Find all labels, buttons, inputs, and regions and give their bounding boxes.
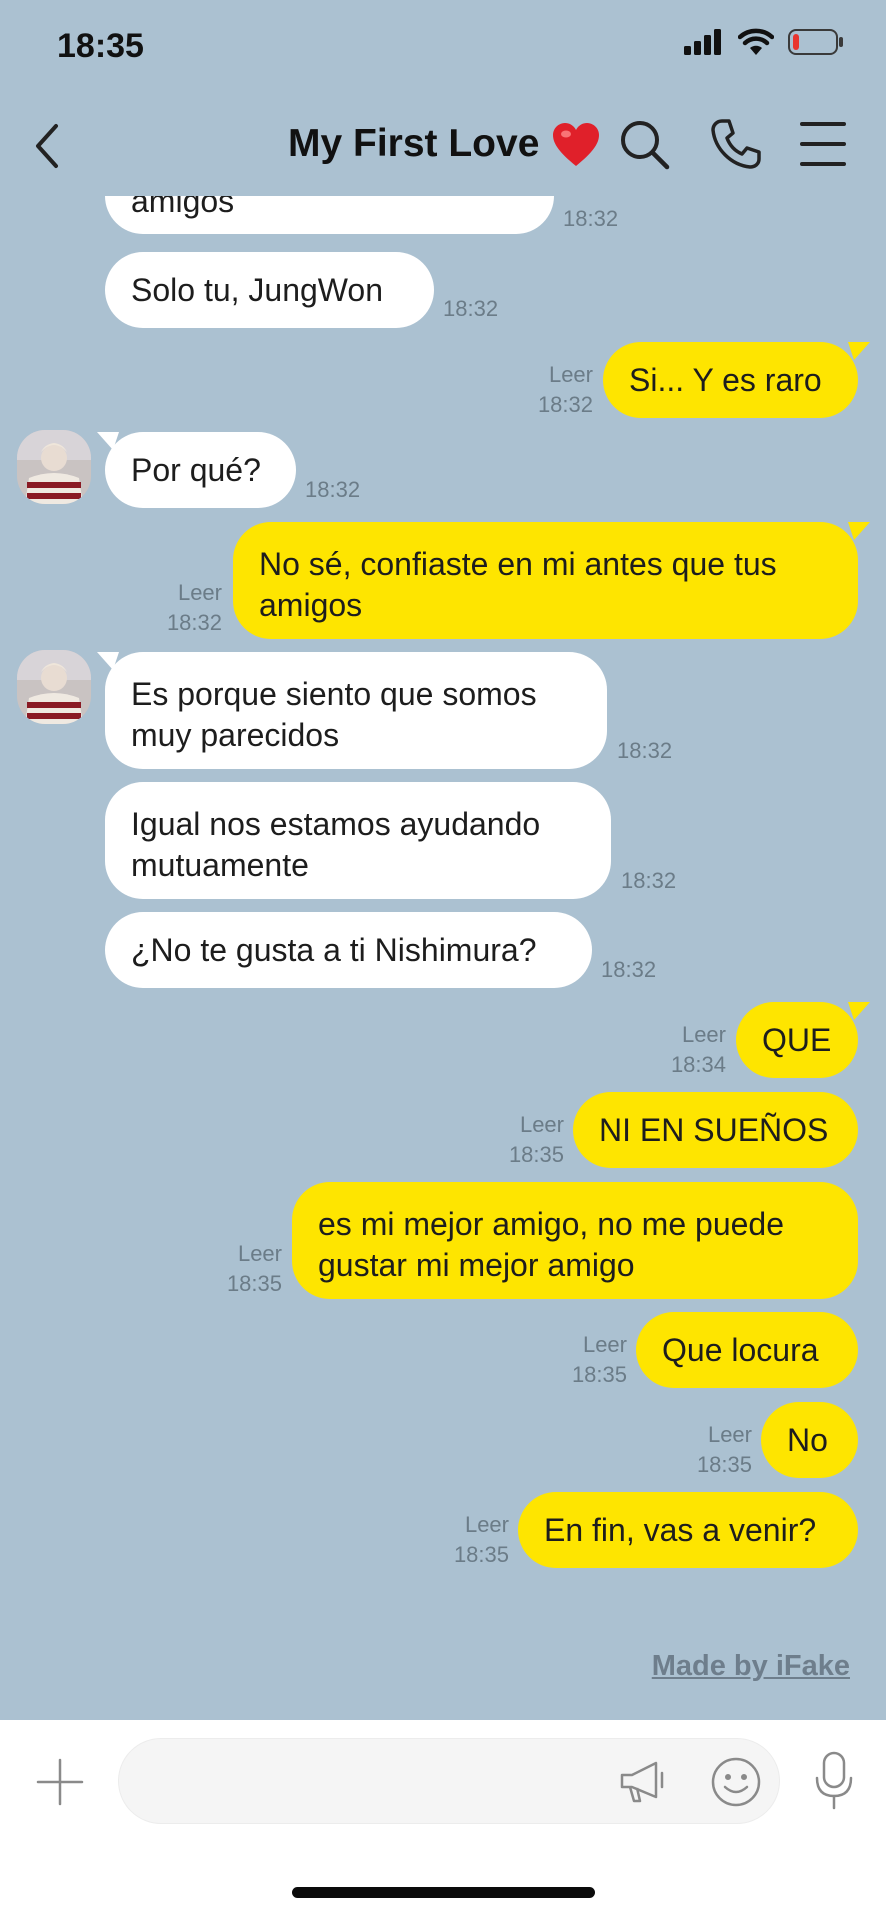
- message-text: NI EN SUEÑOS: [599, 1111, 829, 1148]
- status-bar: 18:35: [0, 0, 886, 96]
- message-bubble-incoming[interactable]: Es porque siento que somos muy parecidos: [105, 652, 607, 769]
- message-text-line: mutuamente: [131, 847, 309, 883]
- wifi-icon: [738, 28, 774, 55]
- contact-avatar[interactable]: [17, 430, 91, 504]
- read-receipt: Leer 18:35: [226, 1241, 282, 1296]
- message-text: Que locura: [662, 1331, 819, 1368]
- read-receipt: Leer 18:35: [696, 1422, 752, 1477]
- megaphone-icon[interactable]: [618, 1757, 668, 1807]
- message-time: 18:32: [443, 296, 499, 321]
- message-time: 18:32: [305, 477, 361, 502]
- message-time: 18:32: [617, 738, 673, 763]
- phone-icon[interactable]: [708, 116, 764, 172]
- message-text: QUE: [762, 1021, 832, 1058]
- battery-icon: [788, 29, 843, 55]
- read-receipt: Leer 18:35: [453, 1512, 509, 1567]
- microphone-icon[interactable]: [812, 1750, 856, 1814]
- bubble-tail: [97, 652, 119, 670]
- message-text-line: Es porque siento que somos: [131, 676, 537, 712]
- watermark: Made by iFake: [651, 1650, 850, 1682]
- message-bubble-outgoing[interactable]: En fin, vas a venir?: [518, 1492, 858, 1568]
- signal-icon: [684, 29, 721, 55]
- message-text: En fin, vas a venir?: [544, 1511, 817, 1548]
- status-time: 18:35: [57, 27, 144, 65]
- message-text: Si... Y es raro: [629, 361, 822, 398]
- message-bubble-outgoing[interactable]: Si... Y es raro: [603, 342, 858, 418]
- contact-avatar[interactable]: [17, 650, 91, 724]
- plus-icon[interactable]: [34, 1756, 86, 1808]
- message-time: 18:32: [601, 957, 657, 982]
- message-bubble-outgoing[interactable]: Que locura: [636, 1312, 858, 1388]
- message-text: Por qué?: [131, 451, 261, 488]
- chat-header: My First Love: [0, 96, 886, 196]
- message-text-line: amigos: [259, 587, 363, 623]
- menu-icon[interactable]: [795, 116, 851, 172]
- message-bubble-outgoing[interactable]: QUE: [736, 1002, 858, 1078]
- bubble-tail: [97, 432, 119, 450]
- read-receipt: Leer 18:34: [670, 1022, 726, 1077]
- chat-area[interactable]: amigos 18:32 Solo tu, JungWon 18:32 Leer…: [0, 196, 886, 1720]
- message-text-line: muy parecidos: [131, 717, 340, 753]
- emoji-icon[interactable]: [710, 1756, 762, 1808]
- message-bubble-incoming[interactable]: Igual nos estamos ayudando mutuamente: [105, 782, 611, 899]
- message-bubble-outgoing[interactable]: NI EN SUEÑOS: [573, 1092, 858, 1168]
- chat-title: My First Love: [288, 122, 540, 165]
- search-icon[interactable]: [616, 116, 672, 172]
- message-time: 18:32: [621, 868, 677, 893]
- message-bubble-outgoing[interactable]: No sé, confiaste en mi antes que tus ami…: [233, 522, 858, 639]
- status-icons: [684, 28, 844, 56]
- message-text-line: gustar mi mejor amigo: [318, 1247, 635, 1283]
- message-time: 18:32: [563, 206, 619, 231]
- read-receipt: Leer 18:35: [508, 1112, 564, 1167]
- message-text: ¿No te gusta a ti Nishimura?: [131, 931, 537, 968]
- read-receipt: Leer 18:32: [537, 362, 593, 417]
- message-bubble-incoming[interactable]: ¿No te gusta a ti Nishimura?: [105, 912, 592, 988]
- message-text: No: [787, 1421, 828, 1458]
- message-bubble-outgoing[interactable]: No: [761, 1402, 858, 1478]
- read-receipt: Leer 18:32: [166, 580, 222, 635]
- message-text-line: No sé, confiaste en mi antes que tus: [259, 546, 777, 582]
- message-bubble-incoming[interactable]: Por qué?: [105, 432, 296, 508]
- message-text-line: es mi mejor amigo, no me puede: [318, 1206, 784, 1242]
- home-indicator: [292, 1887, 595, 1898]
- back-icon[interactable]: [28, 116, 68, 176]
- message-bubble-incoming[interactable]: Solo tu, JungWon: [105, 252, 434, 328]
- message-input[interactable]: [118, 1738, 780, 1824]
- message-bubble-outgoing[interactable]: es mi mejor amigo, no me puede gustar mi…: [292, 1182, 858, 1299]
- bubble-tail: [848, 342, 870, 360]
- heart-icon: [553, 123, 599, 166]
- message-text-line: Igual nos estamos ayudando: [131, 806, 541, 842]
- message-text: amigos: [131, 196, 235, 219]
- message-text: Solo tu, JungWon: [131, 271, 384, 308]
- read-receipt: Leer 18:35: [571, 1332, 627, 1387]
- bubble-tail: [848, 522, 870, 540]
- bubble-tail: [848, 1002, 870, 1020]
- message-bubble-incoming[interactable]: amigos: [105, 196, 554, 234]
